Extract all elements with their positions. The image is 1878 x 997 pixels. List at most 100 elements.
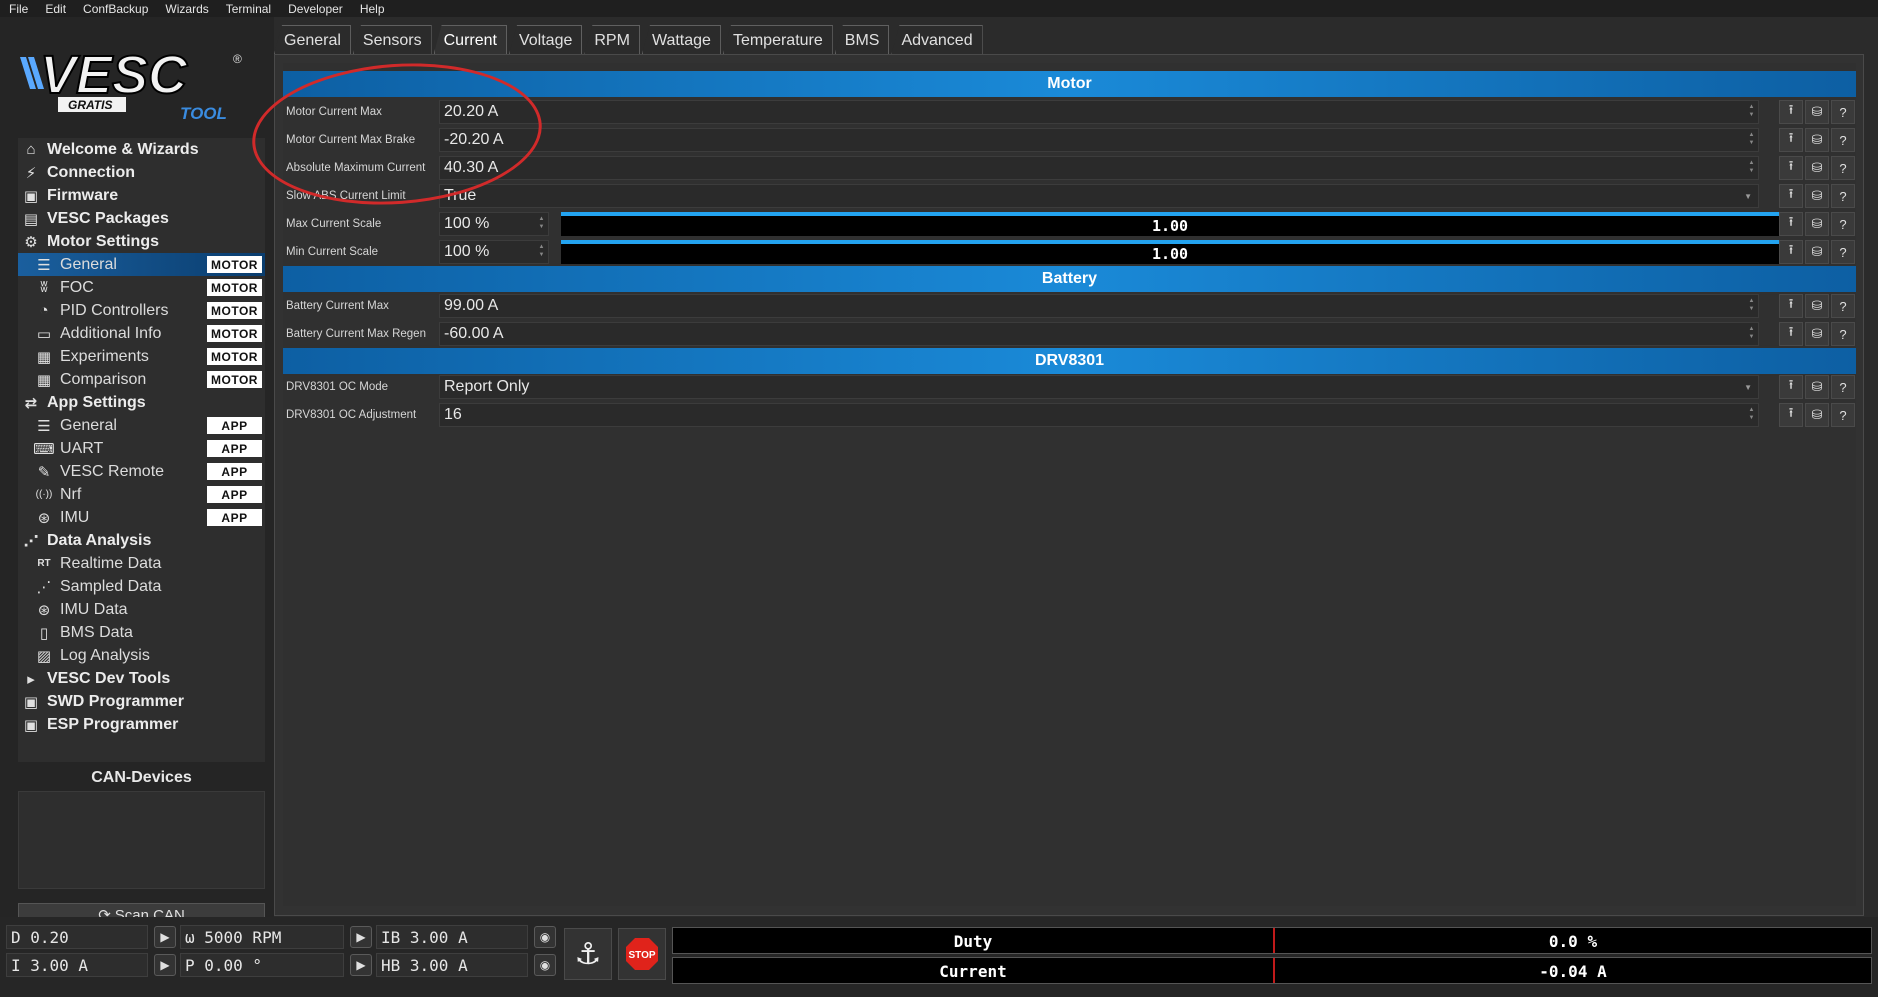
help-button[interactable]: ? <box>1831 212 1855 236</box>
nav-comparison[interactable]: ▦ Comparison MOTOR <box>18 368 265 391</box>
nav-realtime-data[interactable]: RT Realtime Data <box>18 552 265 575</box>
read-default-button[interactable]: ⭱ <box>1779 156 1803 180</box>
help-button[interactable]: ? <box>1831 322 1855 346</box>
brake-current-input[interactable]: IB 3.00 A <box>376 925 528 949</box>
read-config-button[interactable]: ⛁ <box>1805 212 1829 236</box>
spin-arrows-icon[interactable]: ▲ ▼ <box>1748 131 1755 147</box>
spin-arrows-icon[interactable]: ▲ ▼ <box>538 243 545 259</box>
nav-app-settings[interactable]: ⇄ App Settings <box>18 391 265 414</box>
motor-current-max-input[interactable]: 20.20 A ▲ ▼ <box>439 100 1759 124</box>
duty-play-button[interactable]: ▶ <box>154 926 176 948</box>
nav-imu[interactable]: ⊛ IMU APP <box>18 506 265 529</box>
duty-input[interactable]: D 0.20 <box>6 925 148 949</box>
tab-rpm[interactable]: RPM <box>584 25 640 54</box>
motor-current-max-brake-input[interactable]: -20.20 A ▲ ▼ <box>439 128 1759 152</box>
handbrake-play-button[interactable]: ◉ <box>534 954 556 976</box>
read-default-button[interactable]: ⭱ <box>1779 128 1803 152</box>
menu-wizards[interactable]: Wizards <box>156 2 216 16</box>
current-input[interactable]: I 3.00 A <box>6 953 148 977</box>
spin-arrows-icon[interactable]: ▲ ▼ <box>1748 159 1755 175</box>
drv-oc-adjustment-input[interactable]: 16 ▲ ▼ <box>439 403 1759 427</box>
nav-additional-info[interactable]: ▭ Additional Info MOTOR <box>18 322 265 345</box>
read-default-button[interactable]: ⭱ <box>1779 212 1803 236</box>
nav-pid-controllers[interactable]: ◔ PID Controllers MOTOR <box>18 299 265 322</box>
help-button[interactable]: ? <box>1831 240 1855 264</box>
spin-arrows-icon[interactable]: ▲ ▼ <box>1748 297 1755 313</box>
max-current-scale-bar[interactable]: 1.00 <box>561 212 1779 236</box>
read-default-button[interactable]: ⭱ <box>1779 294 1803 318</box>
drv-oc-mode-select[interactable]: Report Only ▼ <box>439 375 1759 399</box>
rpm-play-button[interactable]: ▶ <box>350 926 372 948</box>
min-current-scale-input[interactable]: 100 % ▲ ▼ <box>439 240 549 264</box>
read-config-button[interactable]: ⛁ <box>1805 294 1829 318</box>
nav-uart[interactable]: ⌨ UART APP <box>18 437 265 460</box>
nav-imu-data[interactable]: ⊛ IMU Data <box>18 598 265 621</box>
nav-vesc-dev-tools[interactable]: ▸ VESC Dev Tools <box>18 667 265 690</box>
read-default-button[interactable]: ⭱ <box>1779 403 1803 427</box>
nav-data-analysis[interactable]: ⋰ Data Analysis <box>18 529 265 552</box>
position-play-button[interactable]: ▶ <box>350 954 372 976</box>
handbrake-input[interactable]: HB 3.00 A <box>376 953 528 977</box>
nav-foc[interactable]: ʬ FOC MOTOR <box>18 276 265 299</box>
menu-file[interactable]: File <box>0 2 36 16</box>
nav-connection[interactable]: ⚡ Connection <box>18 161 265 184</box>
spin-arrows-icon[interactable]: ▲ ▼ <box>1748 103 1755 119</box>
nav-motor-settings[interactable]: ⚙ Motor Settings <box>18 230 265 253</box>
help-button[interactable]: ? <box>1831 403 1855 427</box>
help-button[interactable]: ? <box>1831 128 1855 152</box>
tab-general[interactable]: General <box>274 25 351 54</box>
read-config-button[interactable]: ⛁ <box>1805 100 1829 124</box>
read-config-button[interactable]: ⛁ <box>1805 322 1829 346</box>
nav-welcome-wizards[interactable]: ⌂ Welcome & Wizards <box>18 138 265 161</box>
nav-bms-data[interactable]: ▯ BMS Data <box>18 621 265 644</box>
spin-arrows-icon[interactable]: ▲ ▼ <box>1748 406 1755 422</box>
tab-temperature[interactable]: Temperature <box>722 25 833 54</box>
menu-confbackup[interactable]: ConfBackup <box>74 2 156 16</box>
anchor-button[interactable]: ⚓ <box>564 928 612 980</box>
slow-abs-limit-select[interactable]: True ▼ <box>439 184 1759 208</box>
read-config-button[interactable]: ⛁ <box>1805 240 1829 264</box>
spin-arrows-icon[interactable]: ▲ ▼ <box>1748 325 1755 341</box>
read-default-button[interactable]: ⭱ <box>1779 375 1803 399</box>
read-config-button[interactable]: ⛁ <box>1805 128 1829 152</box>
menu-help[interactable]: Help <box>351 2 393 16</box>
abs-max-current-input[interactable]: 40.30 A ▲ ▼ <box>439 156 1759 180</box>
read-default-button[interactable]: ⭱ <box>1779 322 1803 346</box>
nav-experiments[interactable]: ▦ Experiments MOTOR <box>18 345 265 368</box>
tab-sensors[interactable]: Sensors <box>352 25 432 54</box>
nav-swd-programmer[interactable]: ▣ SWD Programmer <box>18 690 265 713</box>
read-default-button[interactable]: ⭱ <box>1779 100 1803 124</box>
read-config-button[interactable]: ⛁ <box>1805 403 1829 427</box>
read-config-button[interactable]: ⛁ <box>1805 184 1829 208</box>
position-input[interactable]: P 0.00 ° <box>180 953 344 977</box>
nav-app-general[interactable]: ☰ General APP <box>18 414 265 437</box>
help-button[interactable]: ? <box>1831 100 1855 124</box>
read-default-button[interactable]: ⭱ <box>1779 240 1803 264</box>
max-current-scale-input[interactable]: 100 % ▲ ▼ <box>439 212 549 236</box>
help-button[interactable]: ? <box>1831 375 1855 399</box>
menu-developer[interactable]: Developer <box>279 2 351 16</box>
menu-terminal[interactable]: Terminal <box>217 2 279 16</box>
nav-vesc-remote[interactable]: ✎ VESC Remote APP <box>18 460 265 483</box>
spin-arrows-icon[interactable]: ▲ ▼ <box>538 215 545 231</box>
tab-bms[interactable]: BMS <box>834 25 890 54</box>
read-config-button[interactable]: ⛁ <box>1805 375 1829 399</box>
min-current-scale-bar[interactable]: 1.00 <box>561 240 1779 264</box>
current-play-button[interactable]: ▶ <box>154 954 176 976</box>
nav-firmware[interactable]: ▣ Firmware <box>18 184 265 207</box>
rpm-input[interactable]: ω 5000 RPM <box>180 925 344 949</box>
can-devices-list[interactable] <box>18 791 265 889</box>
help-button[interactable]: ? <box>1831 294 1855 318</box>
tab-wattage[interactable]: Wattage <box>641 25 721 54</box>
tab-voltage[interactable]: Voltage <box>508 25 583 54</box>
nav-motor-general[interactable]: ☰ General MOTOR <box>18 253 265 276</box>
tab-advanced[interactable]: Advanced <box>891 25 983 54</box>
help-button[interactable]: ? <box>1831 156 1855 180</box>
brake-play-button[interactable]: ◉ <box>534 926 556 948</box>
nav-log-analysis[interactable]: ▨ Log Analysis <box>18 644 265 667</box>
stop-button[interactable]: STOP <box>618 928 666 980</box>
nav-nrf[interactable]: ((·)) Nrf APP <box>18 483 265 506</box>
help-button[interactable]: ? <box>1831 184 1855 208</box>
menu-edit[interactable]: Edit <box>36 2 74 16</box>
battery-current-max-regen-input[interactable]: -60.00 A ▲ ▼ <box>439 322 1759 346</box>
